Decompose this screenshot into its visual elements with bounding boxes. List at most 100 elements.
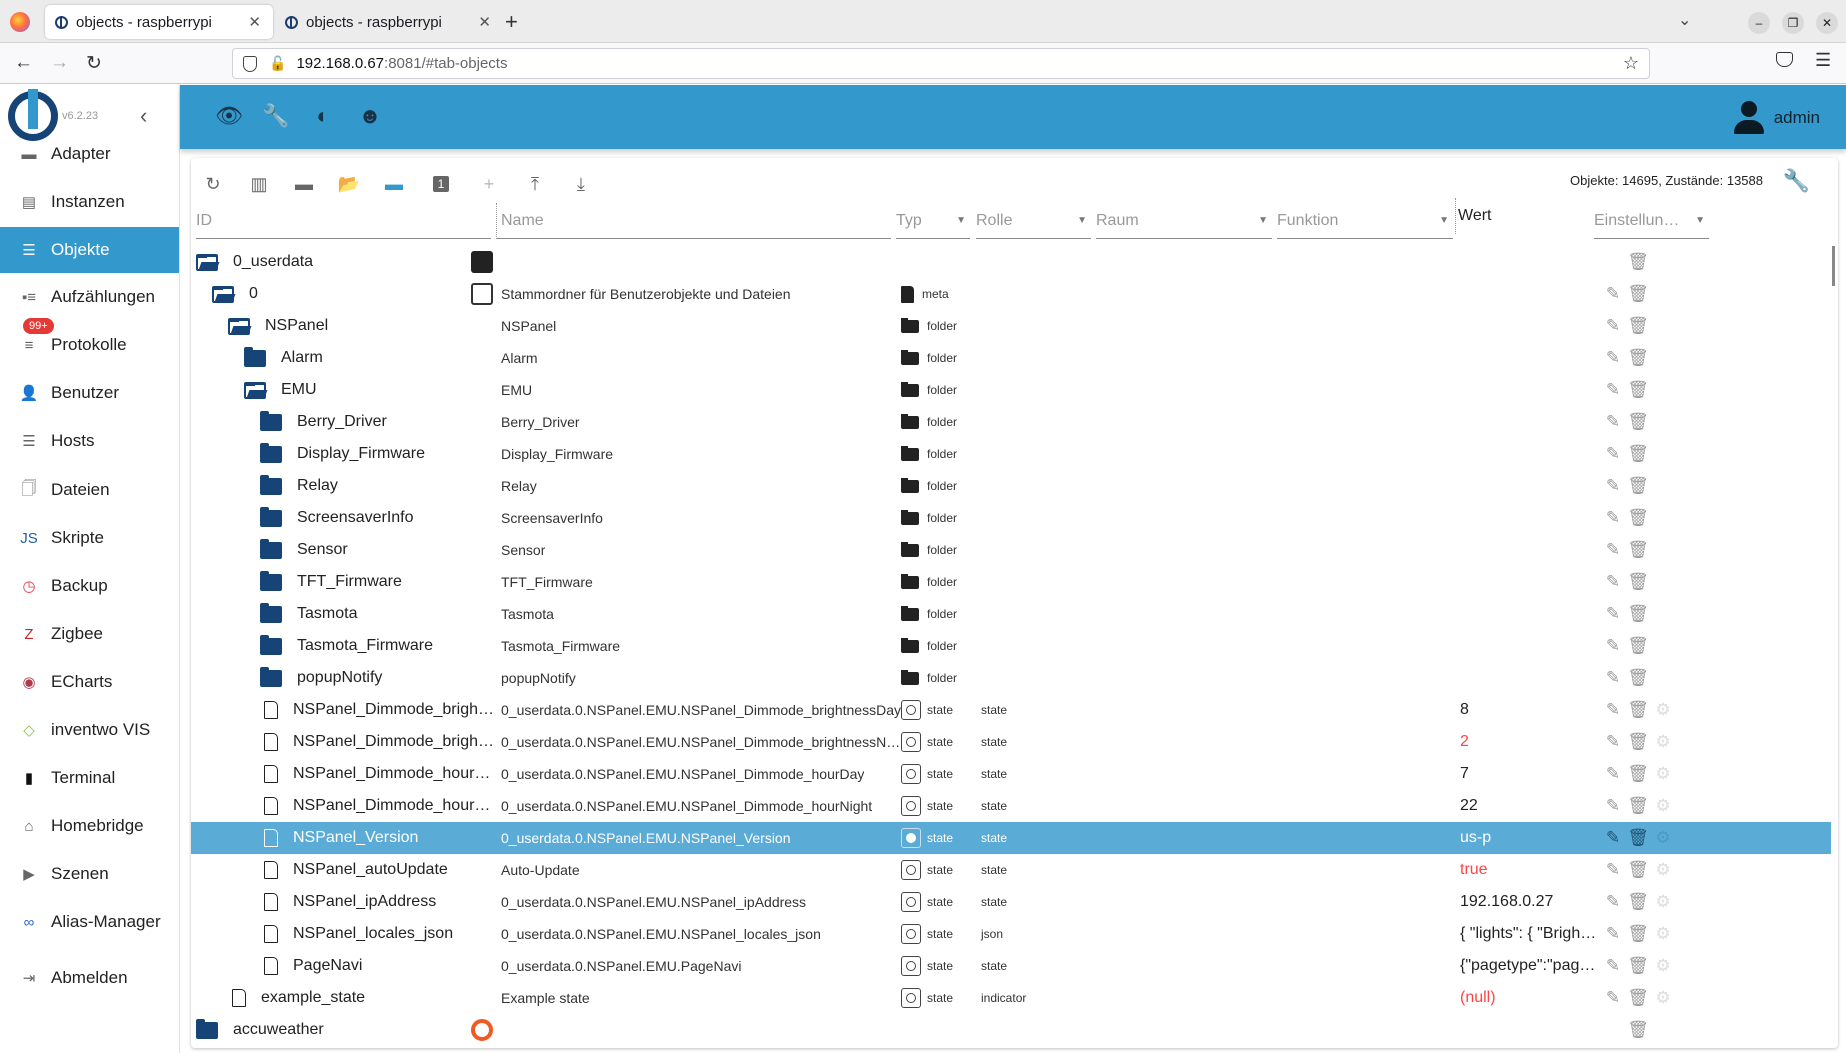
close-tab-icon[interactable]: ✕ bbox=[248, 13, 261, 31]
edit-icon[interactable]: ✎ bbox=[1602, 507, 1624, 529]
filter-typ[interactable]: Typ ▼ bbox=[896, 203, 970, 239]
user-menu[interactable]: admin bbox=[1732, 101, 1820, 135]
folder-open-icon[interactable] bbox=[212, 285, 234, 303]
object-row[interactable]: NSPanel_Dimmode_hour… 0_userdata.0.NSPane… bbox=[191, 790, 1831, 822]
sidebar-item-terminal[interactable]: ▮ Terminal bbox=[0, 755, 179, 801]
object-row[interactable]: NSPanel_locales_json 0_userdata.0.NSPanel… bbox=[191, 918, 1831, 950]
object-row[interactable]: NSPanel_Dimmode_brigh… 0_userdata.0.NSPan… bbox=[191, 694, 1831, 726]
edit-icon[interactable]: ✎ bbox=[1602, 731, 1624, 753]
filter-funktion[interactable]: Funktion ▼ bbox=[1277, 203, 1453, 239]
folder-icon[interactable] bbox=[260, 570, 282, 591]
delete-icon[interactable]: 🗑 bbox=[1627, 667, 1649, 689]
folder-icon[interactable] bbox=[260, 442, 282, 463]
object-row[interactable]: EMU EMU folder ✎ 🗑 bbox=[191, 374, 1831, 406]
delete-icon[interactable]: 🗑 bbox=[1627, 955, 1649, 977]
edit-icon[interactable]: ✎ bbox=[1602, 411, 1624, 433]
object-row[interactable]: Relay Relay folder ✎ 🗑 bbox=[191, 470, 1831, 502]
custom-settings-icon[interactable]: ⚙ bbox=[1652, 955, 1674, 977]
edit-icon[interactable]: ✎ bbox=[1602, 315, 1624, 337]
folder-icon[interactable] bbox=[260, 506, 282, 527]
restore-icon[interactable]: ❐ bbox=[1782, 12, 1804, 34]
object-value[interactable]: us-p bbox=[1460, 829, 1491, 847]
upload-icon[interactable]: ⤒ bbox=[523, 172, 547, 196]
object-row[interactable]: popupNotify popupNotify folder ✎ 🗑 bbox=[191, 662, 1831, 694]
delete-icon[interactable]: 🗑 bbox=[1627, 507, 1649, 529]
edit-icon[interactable]: ✎ bbox=[1602, 379, 1624, 401]
bookmark-star-icon[interactable]: ☆ bbox=[1623, 53, 1639, 74]
file-icon[interactable] bbox=[264, 733, 278, 751]
columns-icon[interactable]: ▥ bbox=[247, 172, 271, 196]
delete-icon[interactable]: 🗑 bbox=[1627, 347, 1649, 369]
minimize-icon[interactable]: – bbox=[1748, 12, 1770, 34]
delete-icon[interactable]: 🗑 bbox=[1627, 603, 1649, 625]
folder-icon[interactable] bbox=[260, 602, 282, 623]
object-value[interactable]: 22 bbox=[1460, 797, 1478, 815]
edit-icon[interactable]: ✎ bbox=[1602, 859, 1624, 881]
back-icon[interactable]: ← bbox=[14, 52, 33, 74]
filter-rolle[interactable]: Rolle ▼ bbox=[976, 203, 1091, 239]
delete-icon[interactable]: 🗑 bbox=[1627, 251, 1649, 273]
file-icon[interactable] bbox=[264, 765, 278, 783]
object-row[interactable]: NSPanel_autoUpdate Auto-Update state state t… bbox=[191, 854, 1831, 886]
url-bar[interactable]: 🔓 192.168.0.67:8081/#tab-objects ☆ bbox=[232, 48, 1650, 79]
sidebar-item-homebridge[interactable]: ⌂ Homebridge bbox=[0, 803, 179, 849]
expert-mode-icon[interactable]: ☻ bbox=[357, 103, 383, 129]
delete-icon[interactable]: 🗑 bbox=[1627, 571, 1649, 593]
edit-icon[interactable]: ✎ bbox=[1602, 763, 1624, 785]
edit-icon[interactable]: ✎ bbox=[1602, 571, 1624, 593]
scrollbar[interactable] bbox=[1832, 246, 1835, 286]
sidebar-item-hosts[interactable]: ☰ Hosts bbox=[0, 418, 179, 464]
custom-settings-icon[interactable]: ⚙ bbox=[1652, 859, 1674, 881]
sidebar-item-benutzer[interactable]: 👤 Benutzer bbox=[0, 370, 179, 416]
folder-icon[interactable] bbox=[260, 538, 282, 559]
folder-open-icon[interactable] bbox=[244, 381, 266, 399]
object-row[interactable]: Tasmota Tasmota folder ✎ 🗑 bbox=[191, 598, 1831, 630]
object-row[interactable]: Display_Firmware Display_Firmware folder ✎ 🗑 bbox=[191, 438, 1831, 470]
delete-icon[interactable]: 🗑 bbox=[1627, 635, 1649, 657]
object-row[interactable]: Sensor Sensor folder ✎ 🗑 bbox=[191, 534, 1831, 566]
folder-open-icon[interactable] bbox=[196, 253, 218, 271]
delete-icon[interactable]: 🗑 bbox=[1627, 699, 1649, 721]
browser-tab-2[interactable]: objects - raspberrypi ✕ bbox=[275, 5, 503, 39]
object-value[interactable]: (null) bbox=[1460, 989, 1496, 1007]
edit-icon[interactable]: ✎ bbox=[1602, 539, 1624, 561]
shield-icon[interactable] bbox=[243, 55, 257, 72]
sidebar-item-skripte[interactable]: JS Skripte bbox=[0, 515, 179, 561]
close-tab-icon[interactable]: ✕ bbox=[478, 13, 491, 31]
sidebar-item-objekte[interactable]: ☰ Objekte bbox=[0, 227, 179, 273]
file-icon[interactable] bbox=[264, 701, 278, 719]
reload-icon[interactable]: ↻ bbox=[86, 52, 102, 75]
download-icon[interactable]: ⤓ bbox=[569, 172, 593, 196]
object-row[interactable]: NSPanel NSPanel folder ✎ 🗑 bbox=[191, 310, 1831, 342]
object-row[interactable]: 0_userdata 🗑 bbox=[191, 246, 1831, 278]
refresh-icon[interactable]: ↻ bbox=[201, 172, 225, 196]
custom-settings-icon[interactable]: ⚙ bbox=[1652, 827, 1674, 849]
expand-level-icon[interactable]: 1 bbox=[429, 172, 453, 196]
expand-one-folder-icon[interactable]: ▬ bbox=[382, 172, 406, 196]
delete-icon[interactable]: 🗑 bbox=[1627, 379, 1649, 401]
object-row[interactable]: NSPanel_Dimmode_brigh… 0_userdata.0.NSPan… bbox=[191, 726, 1831, 758]
file-icon[interactable] bbox=[232, 989, 246, 1007]
edit-icon[interactable]: ✎ bbox=[1602, 699, 1624, 721]
custom-settings-icon[interactable]: ⚙ bbox=[1652, 923, 1674, 945]
firefox-icon[interactable] bbox=[10, 12, 30, 32]
folder-icon[interactable] bbox=[196, 1018, 218, 1039]
delete-icon[interactable]: 🗑 bbox=[1627, 987, 1649, 1009]
sidebar-item-protokolle[interactable]: ≡ Protokolle 99+ bbox=[0, 318, 179, 368]
custom-settings-icon[interactable]: ⚙ bbox=[1652, 795, 1674, 817]
filter-id[interactable]: ID bbox=[196, 203, 491, 239]
edit-icon[interactable]: ✎ bbox=[1602, 283, 1624, 305]
object-row[interactable]: TFT_Firmware TFT_Firmware folder ✎ 🗑 bbox=[191, 566, 1831, 598]
delete-icon[interactable]: 🗑 bbox=[1627, 795, 1649, 817]
delete-icon[interactable]: 🗑 bbox=[1627, 731, 1649, 753]
forward-icon[interactable]: → bbox=[50, 52, 69, 74]
file-icon[interactable] bbox=[264, 797, 278, 815]
object-value[interactable]: { "lights": { "Brigh… bbox=[1460, 925, 1596, 943]
theme-toggle-icon[interactable]: ◐ bbox=[310, 103, 336, 129]
edit-icon[interactable]: ✎ bbox=[1602, 475, 1624, 497]
folder-icon[interactable] bbox=[260, 666, 282, 687]
file-icon[interactable] bbox=[264, 893, 278, 911]
object-row[interactable]: NSPanel_Version 0_userdata.0.NSPanel.EMU.… bbox=[191, 822, 1831, 854]
edit-icon[interactable]: ✎ bbox=[1602, 795, 1624, 817]
delete-icon[interactable]: 🗑 bbox=[1627, 475, 1649, 497]
